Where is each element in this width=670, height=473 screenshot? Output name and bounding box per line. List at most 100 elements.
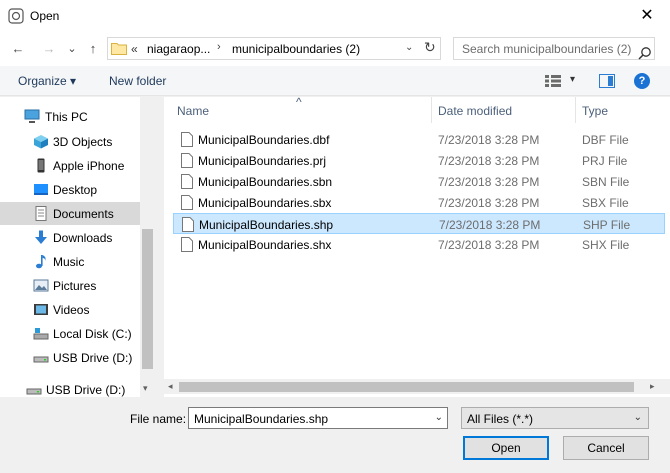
file-date: 7/23/2018 3:28 PM	[438, 154, 540, 168]
back-button[interactable]: ←	[8, 40, 28, 58]
file-row[interactable]: MunicipalBoundaries.prj 7/23/2018 3:28 P…	[173, 150, 665, 171]
address-separator[interactable]: ›	[217, 41, 221, 53]
sidebar-item-music[interactable]: Music	[0, 250, 140, 273]
sidebar-item-downloads[interactable]: Downloads	[0, 226, 140, 249]
sidebar-item-label: Local Disk (C:)	[53, 327, 132, 341]
chevron-down-icon: ⌄	[633, 412, 642, 423]
close-button[interactable]: ✕	[624, 0, 670, 32]
column-header-label: Name	[177, 104, 210, 118]
file-type-filter-select[interactable]: All Files (*.*) ⌄	[461, 407, 649, 429]
file-type: SBX File	[582, 196, 629, 210]
search-icon[interactable]	[638, 46, 652, 60]
navigation-bar: ← → ⌄ ↑ « niagaraop... › municipalbounda…	[0, 32, 670, 66]
address-segment-parent[interactable]: niagaraop...	[147, 42, 210, 56]
sort-ascending-icon: ^	[296, 95, 302, 109]
cube-icon	[34, 135, 48, 149]
file-date: 7/23/2018 3:28 PM	[438, 175, 540, 189]
new-folder-button[interactable]: New folder	[109, 74, 166, 88]
videos-icon	[34, 304, 48, 315]
organize-button[interactable]: Organize ▾	[18, 74, 76, 88]
file-row-selected[interactable]: MunicipalBoundaries.shp 7/23/2018 3:28 P…	[173, 213, 665, 234]
file-icon	[181, 237, 193, 252]
cancel-button[interactable]: Cancel	[563, 436, 649, 460]
file-name: MunicipalBoundaries.shp	[199, 218, 334, 232]
file-type: SHP File	[583, 218, 631, 232]
file-name: MunicipalBoundaries.shx	[198, 238, 332, 252]
documents-icon	[35, 206, 47, 221]
sidebar-scroll-down-icon[interactable]: ▾	[143, 383, 148, 394]
view-options-icon[interactable]	[545, 75, 561, 87]
address-overflow-chevron[interactable]: «	[131, 42, 138, 56]
file-icon	[181, 174, 193, 189]
sidebar-item-pictures[interactable]: Pictures	[0, 274, 140, 297]
file-type: DBF File	[582, 133, 629, 147]
refresh-icon[interactable]: ↻	[424, 39, 436, 56]
file-list: Name ^ Date modified Type MunicipalBound…	[164, 95, 670, 397]
scroll-left-icon[interactable]: ◂	[168, 381, 173, 392]
file-icon	[181, 195, 193, 210]
file-date: 7/23/2018 3:28 PM	[438, 133, 540, 147]
sidebar-item-videos[interactable]: Videos	[0, 298, 140, 321]
sidebar-item-label: 3D Objects	[53, 135, 113, 149]
sidebar-item-usb-drive-root[interactable]: USB Drive (D:)	[0, 378, 140, 397]
file-name-field[interactable]: MunicipalBoundaries.shp ⌄	[188, 407, 448, 429]
recent-locations-button[interactable]: ⌄	[62, 40, 82, 58]
folder-icon	[111, 43, 127, 55]
file-date: 7/23/2018 3:28 PM	[438, 238, 540, 252]
address-segment-current[interactable]: municipalboundaries (2)	[232, 42, 360, 56]
sidebar-item-label: Desktop	[53, 183, 98, 197]
up-button[interactable]: ↑	[83, 40, 103, 58]
preview-pane-icon[interactable]	[599, 74, 615, 88]
forward-button[interactable]: →	[39, 40, 59, 58]
sidebar-scrollbar[interactable]: ▾	[140, 97, 155, 397]
column-header-type[interactable]: Type	[576, 97, 670, 123]
file-icon	[181, 153, 193, 168]
sidebar-item-documents[interactable]: Documents	[0, 202, 140, 225]
sidebar-item-apple-iphone[interactable]: Apple iPhone	[0, 154, 140, 177]
file-type: SHX File	[582, 238, 630, 252]
pc-icon	[24, 109, 40, 123]
file-row[interactable]: MunicipalBoundaries.shx 7/23/2018 3:28 P…	[173, 234, 665, 255]
file-row[interactable]: MunicipalBoundaries.sbx 7/23/2018 3:28 P…	[173, 192, 665, 213]
column-header-name[interactable]: Name ^	[164, 95, 432, 123]
file-row[interactable]: MunicipalBoundaries.sbn 7/23/2018 3:28 P…	[173, 171, 665, 192]
sidebar-item-label: Music	[53, 255, 85, 269]
dialog-footer: File name: MunicipalBoundaries.shp ⌄ All…	[0, 397, 670, 473]
file-name: MunicipalBoundaries.sbx	[198, 196, 332, 210]
address-dropdown-icon[interactable]: ⌄	[405, 42, 413, 53]
download-icon	[35, 230, 47, 244]
disk-icon	[33, 328, 49, 340]
chevron-down-icon[interactable]: ⌄	[435, 412, 443, 423]
column-header-label: Type	[582, 104, 609, 118]
horizontal-scroll-thumb[interactable]	[179, 382, 634, 392]
sidebar-item-label: USB Drive (D:)	[53, 351, 133, 365]
file-row[interactable]: MunicipalBoundaries.dbf 7/23/2018 3:28 P…	[173, 129, 665, 150]
sidebar-scroll-thumb[interactable]	[142, 229, 153, 369]
file-name: MunicipalBoundaries.sbn	[198, 175, 333, 189]
file-icon	[181, 132, 193, 147]
file-type: PRJ File	[582, 154, 628, 168]
open-button[interactable]: Open	[463, 436, 549, 460]
app-icon	[8, 8, 24, 24]
sidebar-item-this-pc[interactable]: This PC	[0, 105, 140, 128]
desktop-icon	[34, 184, 48, 195]
search-input[interactable]: Search municipalboundaries (2)	[453, 37, 655, 60]
sidebar-item-local-disk[interactable]: Local Disk (C:)	[0, 322, 140, 345]
view-dropdown-icon[interactable]: ▾	[570, 74, 575, 85]
sidebar-item-desktop[interactable]: Desktop	[0, 178, 140, 201]
file-type-filter-value: All Files (*.*)	[467, 412, 534, 426]
pictures-icon	[33, 279, 49, 292]
sidebar-item-3d-objects[interactable]: 3D Objects	[0, 130, 140, 153]
column-header-date-modified[interactable]: Date modified	[432, 97, 576, 123]
search-placeholder: Search municipalboundaries (2)	[462, 42, 632, 56]
sidebar-item-usb-drive[interactable]: USB Drive (D:)	[0, 346, 140, 369]
usb-drive-icon	[33, 356, 49, 363]
file-date: 7/23/2018 3:28 PM	[439, 218, 541, 232]
address-bar[interactable]: « niagaraop... › municipalboundaries (2)…	[107, 37, 441, 60]
file-list-horizontal-scrollbar[interactable]: ◂ ▸	[164, 379, 670, 394]
navigation-pane: This PC 3D Objects Apple iPhone Desktop …	[0, 97, 155, 397]
scroll-right-icon[interactable]: ▸	[650, 381, 655, 392]
file-name-label: File name:	[130, 412, 187, 426]
file-name: MunicipalBoundaries.prj	[198, 154, 327, 168]
help-icon[interactable]: ?	[634, 73, 650, 89]
